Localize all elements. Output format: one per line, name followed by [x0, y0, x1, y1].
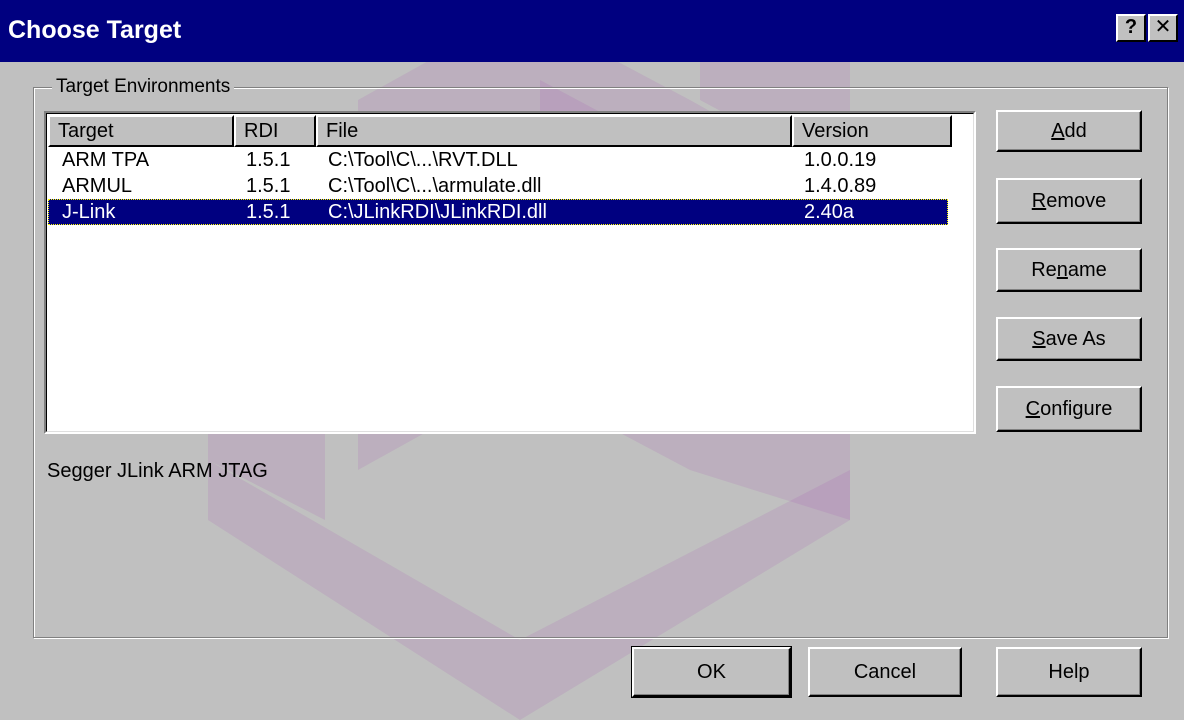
help-title-button[interactable]: ? [1116, 14, 1146, 42]
save-as-label-post: ave As [1045, 328, 1106, 350]
group-label: Target Environments [52, 75, 235, 99]
cell-version: 1.4.0.89 [804, 175, 877, 197]
column-header-target[interactable]: Target [48, 115, 234, 147]
help-button[interactable]: Help [996, 647, 1142, 697]
ok-button[interactable]: OK [631, 646, 792, 698]
cancel-button[interactable]: Cancel [808, 647, 962, 697]
column-header-file[interactable]: File [316, 115, 792, 147]
cell-rdi: 1.5.1 [246, 201, 291, 223]
cell-version: 2.40a [804, 201, 855, 223]
remove-label-post: emove [1046, 190, 1107, 212]
add-label-post: dd [1064, 120, 1087, 142]
remove-label-mnemonic: R [1031, 190, 1047, 212]
close-button[interactable]: ✕ [1148, 14, 1178, 42]
cell-version: 1.0.0.19 [804, 149, 877, 171]
rename-button[interactable]: Rename [996, 248, 1142, 292]
cell-rdi: 1.5.1 [246, 149, 291, 171]
column-header-rdi[interactable]: RDI [234, 115, 316, 147]
cell-file: C:\Tool\C\...\armulate.dll [328, 175, 542, 197]
cell-target: ARMUL [62, 175, 133, 197]
add-label-mnemonic: A [1051, 120, 1065, 142]
targets-list[interactable]: Target RDI File Version ARM TPA 1.5.1 C:… [44, 111, 976, 434]
target-description: Segger JLink ARM JTAG [47, 460, 268, 482]
save-as-label-mnemonic: S [1032, 328, 1046, 350]
cell-target: ARM TPA [62, 149, 150, 171]
list-item[interactable]: ARMUL 1.5.1 C:\Tool\C\...\armulate.dll 1… [48, 173, 948, 199]
list-item[interactable]: ARM TPA 1.5.1 C:\Tool\C\...\RVT.DLL 1.0.… [48, 147, 948, 173]
cell-rdi: 1.5.1 [246, 175, 291, 197]
cell-file: C:\JLinkRDI\JLinkRDI.dll [328, 201, 547, 223]
remove-button[interactable]: Remove [996, 178, 1142, 224]
cell-target: J-Link [62, 201, 116, 223]
rename-label-mnemonic: n [1056, 259, 1068, 281]
rename-label-pre: Re [1031, 259, 1057, 281]
configure-label-post: onfigure [1040, 398, 1113, 420]
window-title: Choose Target [8, 16, 182, 44]
configure-button[interactable]: Configure [996, 386, 1142, 432]
add-button[interactable]: Add [996, 110, 1142, 152]
rename-label-post: ame [1067, 259, 1107, 281]
cell-file: C:\Tool\C\...\RVT.DLL [328, 149, 518, 171]
column-header-version[interactable]: Version [792, 115, 952, 147]
save-as-button[interactable]: Save As [996, 317, 1142, 361]
configure-label-mnemonic: C [1025, 398, 1041, 420]
title-bar: Choose Target ? ✕ [0, 0, 1184, 62]
list-item-selected[interactable]: J-Link 1.5.1 C:\JLinkRDI\JLinkRDI.dll 2.… [48, 199, 948, 225]
